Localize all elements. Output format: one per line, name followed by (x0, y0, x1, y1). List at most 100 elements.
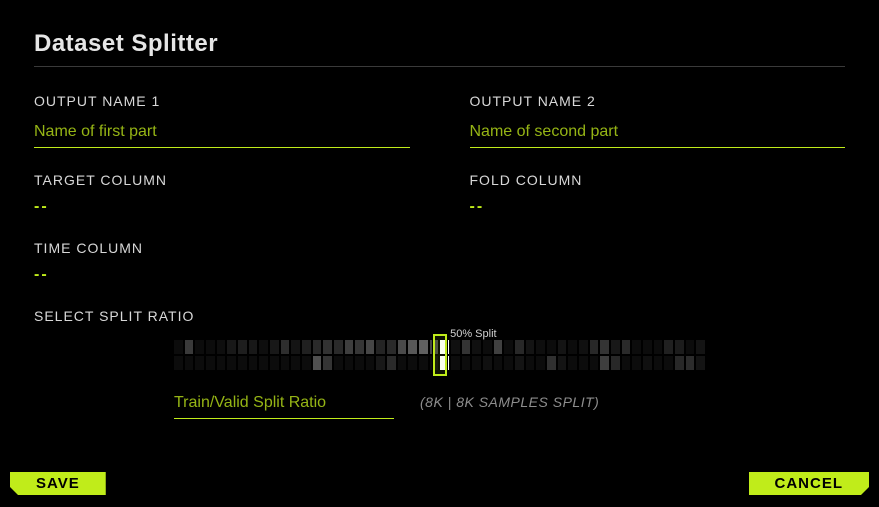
time-column-label: TIME COLUMN (34, 240, 410, 256)
save-button[interactable]: SAVE (10, 472, 106, 495)
slider-cell (227, 340, 236, 354)
slider-cell (590, 356, 599, 370)
slider-cell (515, 340, 524, 354)
slider-cell (281, 356, 290, 370)
slider-cell (206, 356, 215, 370)
slider-cell (249, 340, 258, 354)
slider-cell (270, 340, 279, 354)
slider-cell (249, 356, 258, 370)
slider-cell (643, 356, 652, 370)
slider-cell (654, 356, 663, 370)
slider-cell (419, 356, 428, 370)
samples-hint: (8K | 8K SAMPLES SPLIT) (420, 394, 599, 410)
slider-cell (345, 340, 354, 354)
fold-column-label: FOLD COLUMN (470, 172, 846, 188)
slider-cell (259, 340, 268, 354)
slider-cell (174, 340, 183, 354)
slider-cell (376, 340, 385, 354)
slider-cell (590, 340, 599, 354)
slider-cell (654, 340, 663, 354)
slider-cell (558, 340, 567, 354)
slider-cell (387, 356, 396, 370)
slider-cell (622, 340, 631, 354)
slider-cell (302, 356, 311, 370)
slider-cell (345, 356, 354, 370)
output2-label: OUTPUT NAME 2 (470, 93, 846, 109)
slider-cell (323, 340, 332, 354)
page-title: Dataset Splitter (34, 30, 845, 67)
slider-cell (675, 340, 684, 354)
slider-cell (632, 340, 641, 354)
slider-cell (504, 340, 513, 354)
slider-cell (217, 340, 226, 354)
slider-cell (696, 356, 705, 370)
slider-cell (536, 340, 545, 354)
output1-input[interactable] (34, 119, 410, 148)
output2-input[interactable] (470, 119, 846, 148)
slider-cell (579, 356, 588, 370)
output1-label: OUTPUT NAME 1 (34, 93, 410, 109)
slider-cell (270, 356, 279, 370)
slider-cell (579, 340, 588, 354)
slider-cell (611, 340, 620, 354)
slider-cell (472, 340, 481, 354)
slider-cell (195, 340, 204, 354)
slider-cell (462, 356, 471, 370)
time-column-select[interactable]: -- (34, 266, 410, 284)
slider-cell (408, 340, 417, 354)
slider-cell (313, 356, 322, 370)
slider-cell (622, 356, 631, 370)
slider-cell (323, 356, 332, 370)
slider-cell (281, 340, 290, 354)
slider-cell (526, 356, 535, 370)
slider-cell (355, 340, 364, 354)
slider-cell (366, 356, 375, 370)
slider-cell (217, 356, 226, 370)
target-column-select[interactable]: -- (34, 198, 410, 216)
split-ratio-input[interactable] (174, 392, 394, 419)
slider-cell (686, 340, 695, 354)
slider-cell (227, 356, 236, 370)
slider-cell (472, 356, 481, 370)
slider-cell (504, 356, 513, 370)
slider-cell (483, 356, 492, 370)
slider-cell (398, 356, 407, 370)
slider-cell (334, 340, 343, 354)
slider-cell (536, 356, 545, 370)
slider-cell (568, 356, 577, 370)
slider-cell (547, 340, 556, 354)
split-slider-handle[interactable] (433, 334, 447, 376)
target-column-label: TARGET COLUMN (34, 172, 410, 188)
slider-cell (185, 356, 194, 370)
slider-cell (664, 340, 673, 354)
slider-cell (632, 356, 641, 370)
slider-cell (664, 356, 673, 370)
slider-cell (313, 340, 322, 354)
slider-cell (600, 340, 609, 354)
split-section-label: SELECT SPLIT RATIO (34, 308, 845, 324)
split-slider[interactable]: 50% Split (174, 340, 705, 370)
slider-cell (259, 356, 268, 370)
slider-cell (451, 356, 460, 370)
cancel-button[interactable]: CANCEL (749, 472, 870, 495)
slider-cell (206, 340, 215, 354)
slider-cell (334, 356, 343, 370)
slider-cell (568, 340, 577, 354)
slider-cell (355, 356, 364, 370)
slider-cell (600, 356, 609, 370)
slider-cell (419, 340, 428, 354)
slider-cell (611, 356, 620, 370)
slider-cell (174, 356, 183, 370)
slider-cell (238, 340, 247, 354)
slider-cell (291, 356, 300, 370)
slider-cell (238, 356, 247, 370)
slider-cell (376, 356, 385, 370)
slider-cell (291, 340, 300, 354)
slider-cell (675, 356, 684, 370)
slider-cell (494, 340, 503, 354)
fold-column-select[interactable]: -- (470, 198, 846, 216)
slider-cell (686, 356, 695, 370)
slider-cell (696, 340, 705, 354)
slider-cell (547, 356, 556, 370)
slider-cell (515, 356, 524, 370)
